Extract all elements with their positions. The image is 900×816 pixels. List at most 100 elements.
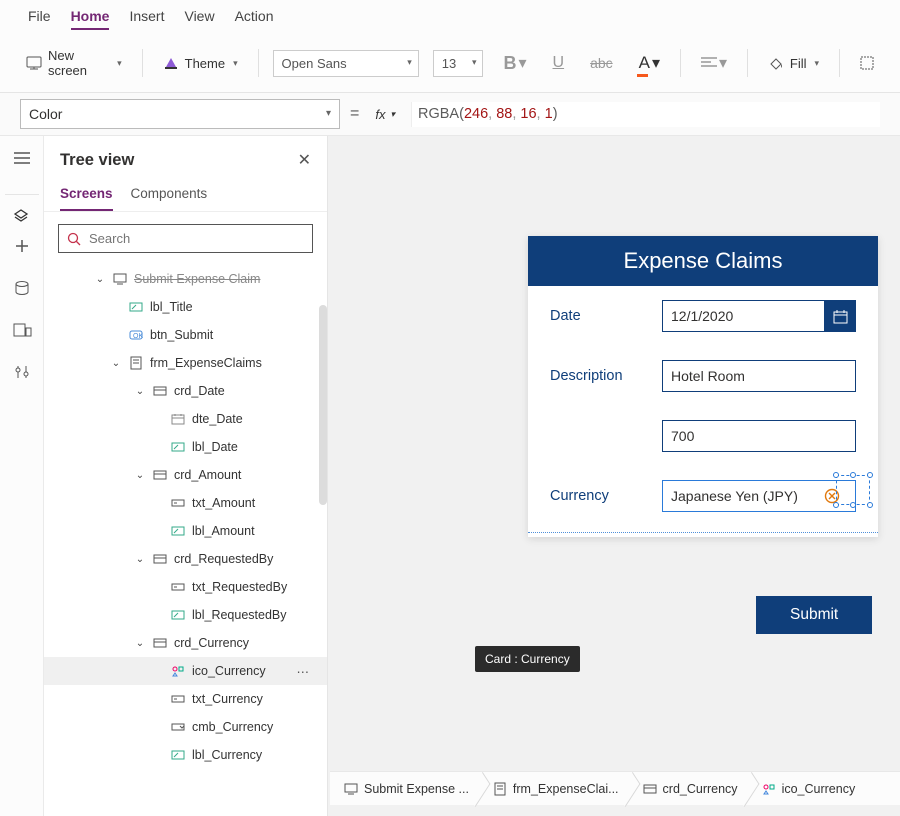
node-more-icon[interactable]: ⋯ <box>297 664 310 679</box>
selection-handles[interactable] <box>836 475 870 505</box>
bold-button[interactable]: B▾ <box>497 51 532 76</box>
button-icon: OK <box>128 327 144 343</box>
label-icon <box>170 607 186 623</box>
tree-node-cmb_Currency[interactable]: cmb_Currency <box>44 713 327 741</box>
tree-node-crd_RequestedBy[interactable]: ⌄crd_RequestedBy <box>44 545 327 573</box>
rail-data-icon[interactable] <box>12 278 32 298</box>
formula-input[interactable]: RGBA(246, 88, 16, 1) <box>411 102 880 127</box>
label-icon <box>170 523 186 539</box>
text-icon <box>170 691 186 707</box>
canvas[interactable]: Expense Claims Date 12/1/2020 Descriptio… <box>398 136 900 776</box>
font-family-select[interactable]: Open Sans▾ <box>273 50 419 77</box>
tab-components[interactable]: Components <box>131 180 208 211</box>
fill-button[interactable]: Fill▾ <box>762 52 825 75</box>
text-icon <box>170 579 186 595</box>
rail-settings-icon[interactable] <box>12 362 32 382</box>
date-input[interactable]: 12/1/2020 <box>662 300 825 332</box>
card-icon <box>643 782 657 796</box>
tree-node-label: dte_Date <box>192 412 243 426</box>
tree-node-label: cmb_Currency <box>192 720 273 734</box>
tree-node-txt_Currency[interactable]: txt_Currency <box>44 685 327 713</box>
tree-node-frm_ExpenseClaims[interactable]: ⌄frm_ExpenseClaims <box>44 349 327 377</box>
rail-media-icon[interactable] <box>12 320 32 340</box>
breadcrumb-item[interactable]: Submit Expense ... <box>330 772 479 805</box>
tree-scrollbar[interactable] <box>319 305 327 505</box>
submit-button[interactable]: Submit <box>756 596 872 634</box>
equals-label: = <box>350 105 359 123</box>
tree-node-dte_Date[interactable]: dte_Date <box>44 405 327 433</box>
border-button[interactable] <box>854 54 880 72</box>
align-button[interactable]: ▾ <box>695 51 733 75</box>
fx-button[interactable]: fx▾ <box>369 105 401 124</box>
tree-node-label: crd_Currency <box>174 636 249 650</box>
form-row-currency[interactable]: Card : Currency Currency Japanese Yen (J… <box>528 466 878 533</box>
tree-list[interactable]: ⌄Submit Expense Claimlbl_TitleOKbtn_Subm… <box>44 265 327 816</box>
app-preview-screen: Expense Claims Date 12/1/2020 Descriptio… <box>528 236 878 537</box>
breadcrumb-item[interactable]: ico_Currency <box>748 772 866 805</box>
menu-view[interactable]: View <box>184 8 214 30</box>
label-icon <box>128 299 144 315</box>
rail-tree-icon[interactable] <box>5 194 39 214</box>
new-screen-button[interactable]: New screen▾ <box>20 44 128 82</box>
menu-file[interactable]: File <box>28 8 51 30</box>
tree-node-crd_Currency[interactable]: ⌄crd_Currency <box>44 629 327 657</box>
tree-node-lbl_Currency[interactable]: lbl_Currency <box>44 741 327 769</box>
rail-bar <box>0 136 44 816</box>
tree-node-lbl_Amount[interactable]: lbl_Amount <box>44 517 327 545</box>
currency-input[interactable]: Japanese Yen (JPY) <box>662 480 856 512</box>
font-size-value: 13 <box>442 56 456 71</box>
tree-node-ico_Currency[interactable]: ico_Currency⋯ <box>44 657 327 685</box>
form-row-description: Description Hotel Room <box>528 346 878 406</box>
tree-search-input[interactable] <box>89 231 304 246</box>
tab-screens[interactable]: Screens <box>60 180 113 211</box>
rail-hamburger-icon[interactable] <box>12 148 32 168</box>
menu-home[interactable]: Home <box>71 8 110 30</box>
form-icon <box>493 782 507 796</box>
tree-node-label: frm_ExpenseClaims <box>150 356 262 370</box>
tree-node-crd_Amount[interactable]: ⌄crd_Amount <box>44 461 327 489</box>
description-input[interactable]: Hotel Room <box>662 360 856 392</box>
formula-bar: Color▾ = fx▾ RGBA(246, 88, 16, 1) <box>0 93 900 136</box>
combo-icon <box>170 719 186 735</box>
breadcrumb-item[interactable]: crd_Currency <box>629 772 748 805</box>
underline-button[interactable]: U <box>547 52 571 74</box>
text-icon <box>170 495 186 511</box>
tree-panel-close-icon[interactable]: ✕ <box>298 150 311 170</box>
property-select[interactable]: Color▾ <box>20 99 340 129</box>
tree-node-Submit Expense Claim[interactable]: ⌄Submit Expense Claim <box>44 265 327 293</box>
tree-node-crd_Date[interactable]: ⌄crd_Date <box>44 377 327 405</box>
tree-node-lbl_RequestedBy[interactable]: lbl_RequestedBy <box>44 601 327 629</box>
tree-node-label: lbl_Amount <box>192 524 255 538</box>
strikethrough-button[interactable]: abc <box>584 53 619 73</box>
card-icon <box>152 551 168 567</box>
fill-icon <box>768 56 784 70</box>
tree-node-lbl_Title[interactable]: lbl_Title <box>44 293 327 321</box>
date-icon <box>170 411 186 427</box>
tree-node-txt_Amount[interactable]: txt_Amount <box>44 489 327 517</box>
tree-node-label: lbl_Currency <box>192 748 262 762</box>
breadcrumb-item[interactable]: frm_ExpenseClai... <box>479 772 629 805</box>
form-row-date: Date 12/1/2020 <box>528 286 878 346</box>
tree-node-txt_RequestedBy[interactable]: txt_RequestedBy <box>44 573 327 601</box>
menu-insert[interactable]: Insert <box>129 8 164 30</box>
font-color-button[interactable]: A▾ <box>633 51 666 75</box>
font-size-select[interactable]: 13▾ <box>433 50 484 77</box>
ribbon: New screen▾ Theme▾ Open Sans▾ 13▾ B▾ U a… <box>0 34 900 93</box>
menu-action[interactable]: Action <box>235 8 274 30</box>
border-icon <box>860 56 874 70</box>
fill-label: Fill <box>790 56 807 71</box>
tree-node-lbl_Date[interactable]: lbl_Date <box>44 433 327 461</box>
screen-icon <box>344 782 358 796</box>
rail-insert-icon[interactable] <box>12 236 32 256</box>
tree-node-btn_Submit[interactable]: OKbtn_Submit <box>44 321 327 349</box>
amount-input[interactable]: 700 <box>662 420 856 452</box>
theme-label: Theme <box>185 56 225 71</box>
font-family-value: Open Sans <box>282 56 347 71</box>
theme-button[interactable]: Theme▾ <box>157 52 244 75</box>
tree-search-box[interactable] <box>58 224 313 253</box>
tree-node-label: lbl_Date <box>192 440 238 454</box>
property-value: Color <box>29 106 62 122</box>
date-picker-button[interactable] <box>824 300 856 332</box>
tree-panel: Tree view ✕ Screens Components ⌄Submit E… <box>44 136 328 816</box>
currency-value: Japanese Yen (JPY) <box>671 488 798 504</box>
